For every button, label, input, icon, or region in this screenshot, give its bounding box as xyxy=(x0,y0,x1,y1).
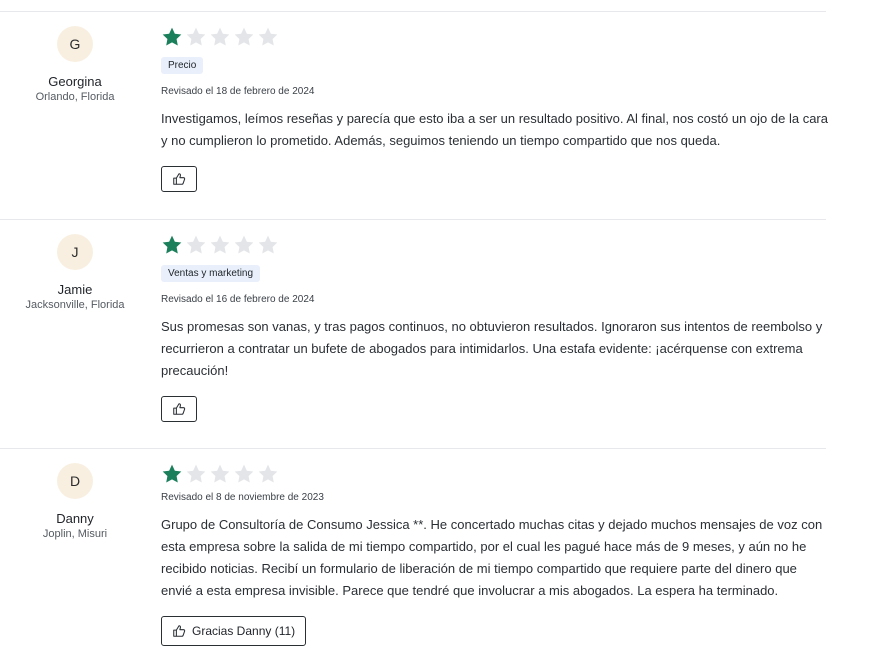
star-filled-icon xyxy=(162,27,182,46)
star-rating xyxy=(161,26,829,48)
review-date: Revisado el 16 de febrero de 2024 xyxy=(161,294,315,305)
review-body: Ventas y marketing Revisado el 16 de feb… xyxy=(161,234,829,422)
star-empty-icon xyxy=(234,27,254,46)
review-body: Precio Revisado el 18 de febrero de 2024… xyxy=(161,26,829,192)
author-location: Joplin, Misuri xyxy=(42,528,108,540)
star-empty-icon xyxy=(234,464,254,483)
helpful-button-label: Gracias Danny (11) xyxy=(192,624,296,638)
helpful-button[interactable] xyxy=(161,396,197,422)
avatar: D xyxy=(57,463,93,499)
star-empty-icon xyxy=(210,27,230,46)
review-author: G Georgina Orlando, Florida xyxy=(0,26,150,103)
thumbs-up-icon xyxy=(173,625,186,637)
star-empty-icon xyxy=(258,464,278,483)
helpful-button[interactable] xyxy=(161,166,197,192)
review-date: Revisado el 18 de febrero de 2024 xyxy=(161,86,315,97)
divider xyxy=(0,219,826,220)
author-location: Orlando, Florida xyxy=(35,91,115,103)
helpful-button[interactable]: Gracias Danny (11) xyxy=(161,616,307,646)
star-rating xyxy=(161,463,829,485)
thumbs-up-icon xyxy=(173,173,186,185)
review-date: Revisado el 8 de noviembre de 2023 xyxy=(161,492,324,503)
author-name: Georgina xyxy=(48,74,102,89)
star-empty-icon xyxy=(234,235,254,254)
divider xyxy=(0,11,826,12)
star-filled-icon xyxy=(162,464,182,483)
author-name: Jamie xyxy=(57,282,93,297)
review-tag: Precio xyxy=(161,57,204,74)
review-author: J Jamie Jacksonville, Florida xyxy=(0,234,150,311)
author-location: Jacksonville, Florida xyxy=(25,299,125,311)
star-filled-icon xyxy=(162,235,182,254)
review-text: Sus promesas son vanas, y tras pagos con… xyxy=(161,319,823,378)
review-tag: Ventas y marketing xyxy=(161,265,261,282)
star-empty-icon xyxy=(186,235,206,254)
star-empty-icon xyxy=(210,464,230,483)
star-empty-icon xyxy=(258,235,278,254)
star-rating xyxy=(161,234,829,256)
author-name: Danny xyxy=(56,511,94,526)
star-empty-icon xyxy=(258,27,278,46)
divider xyxy=(0,448,826,449)
review-card: D Danny Joplin, Misuri Revisado el 8 de … xyxy=(0,463,826,658)
review-author: D Danny Joplin, Misuri xyxy=(0,463,150,540)
avatar: G xyxy=(57,26,93,62)
review-card: J Jamie Jacksonville, Florida Ventas y m… xyxy=(0,234,826,434)
star-empty-icon xyxy=(186,464,206,483)
review-body: Revisado el 8 de noviembre de 2023 Grupo… xyxy=(161,463,829,646)
review-text: Investigamos, leímos reseñas y parecía q… xyxy=(161,111,828,148)
avatar: J xyxy=(57,234,93,270)
review-card: G Georgina Orlando, Florida Precio Revis… xyxy=(0,26,829,211)
thumbs-up-icon xyxy=(173,403,186,415)
star-empty-icon xyxy=(186,27,206,46)
star-empty-icon xyxy=(210,235,230,254)
review-text: Grupo de Consultoría de Consumo Jessica … xyxy=(161,517,823,598)
